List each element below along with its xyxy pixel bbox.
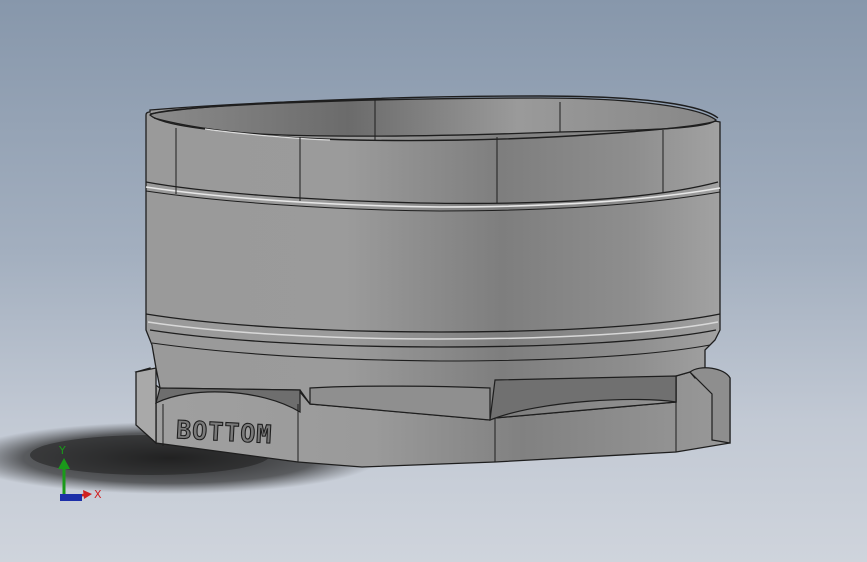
x-axis-label: X	[94, 488, 102, 501]
y-axis-label: Y	[58, 444, 66, 457]
main-body-wall	[145, 98, 721, 419]
3d-graphics-viewport[interactable]: BOTTOM Y X	[0, 0, 867, 562]
model-scene[interactable]: BOTTOM Y X	[0, 0, 867, 562]
x-axis-arrow	[83, 490, 92, 499]
engraved-bottom-label: BOTTOM	[175, 415, 273, 449]
part-model[interactable]: BOTTOM	[134, 95, 731, 468]
z-axis-marker	[60, 494, 82, 501]
